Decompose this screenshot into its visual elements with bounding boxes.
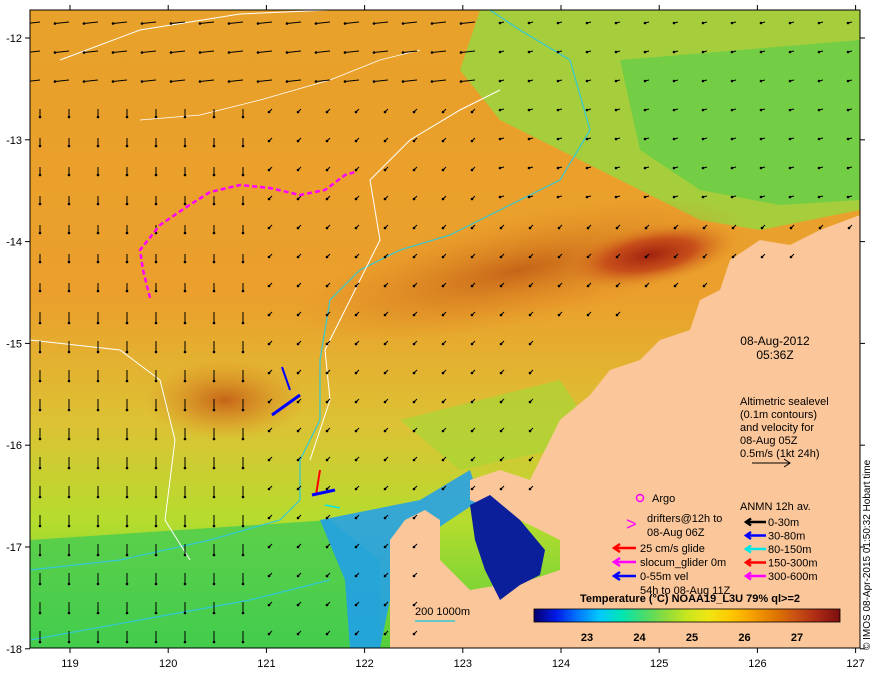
lat-tick-label: -16 — [6, 440, 22, 452]
svg-text:08-Aug 05Z: 08-Aug 05Z — [740, 435, 798, 447]
lon-tick-label: 122 — [355, 658, 373, 670]
map-date: 08-Aug-2012 — [740, 334, 810, 348]
lon-tick-label: 125 — [650, 658, 668, 670]
bathy-legend: 200 1000m — [415, 606, 470, 618]
lat-tick-label: -14 — [6, 237, 22, 249]
svg-text:Altimetric sealevel: Altimetric sealevel — [740, 396, 829, 408]
colorbar: Temperature (°C) NOAA19_L3U 79% ql>=2 23… — [533, 593, 841, 644]
lon-tick-label: 124 — [552, 658, 570, 670]
colorbar-tick-label: 27 — [791, 632, 803, 644]
svg-text:0.5m/s (1kt 24h): 0.5m/s (1kt 24h) — [740, 448, 819, 460]
lat-tick-label: -18 — [6, 644, 22, 656]
colorbar-title: Temperature (°C) NOAA19_L3U 79% ql>=2 — [580, 593, 800, 605]
lon-tick-label: 127 — [846, 658, 864, 670]
colorbar-tick-label: 24 — [633, 632, 646, 644]
credit-text: © IMOS 08-Apr-2015 01:50:32 Hobart time — [862, 459, 873, 650]
colorbar-tick-label: 25 — [686, 632, 698, 644]
drifter-icon: > — [626, 514, 637, 534]
svg-text:drifters@12h to: drifters@12h to — [647, 513, 722, 525]
anmn-label: 150-300m — [768, 558, 818, 570]
map-time: 05:36Z — [756, 348, 793, 362]
svg-text:25 cm/s glide: 25 cm/s glide — [640, 543, 705, 555]
anmn-label: 0-30m — [768, 517, 799, 529]
lat-tick-label: -17 — [6, 542, 22, 554]
svg-text:and velocity for: and velocity for — [740, 422, 814, 434]
sst-map: 119 120 121 122 123 124 125 126 127 -12 -13 -14 -15… — [0, 0, 880, 680]
lon-tick-label: 119 — [61, 658, 79, 670]
anmn-title: ANMN 12h av. — [740, 501, 811, 513]
anmn-label: 30-80m — [768, 531, 805, 543]
lat-tick-label: -15 — [6, 338, 22, 350]
lat-tick-label: -12 — [6, 33, 22, 45]
svg-text:slocum_glider 0m: slocum_glider 0m — [640, 557, 726, 569]
colorbar-tick-label: 23 — [581, 632, 593, 644]
anmn-label: 300-600m — [768, 571, 818, 583]
legend-argo: Argo — [652, 493, 675, 505]
svg-text:0-55m vel: 0-55m vel — [640, 571, 688, 583]
lon-tick-label: 123 — [454, 658, 472, 670]
svg-text:(0.1m contours): (0.1m contours) — [740, 409, 817, 421]
lon-tick-label: 121 — [257, 658, 275, 670]
lat-tick-label: -13 — [6, 135, 22, 147]
map-plot-area — [30, 10, 860, 648]
colorbar-bar — [533, 608, 841, 623]
lon-tick-label: 126 — [748, 658, 766, 670]
colorbar-tick-label: 26 — [738, 632, 750, 644]
anmn-label: 80-150m — [768, 544, 811, 556]
lon-tick-label: 120 — [159, 658, 177, 670]
svg-text:08-Aug 06Z: 08-Aug 06Z — [647, 527, 705, 539]
